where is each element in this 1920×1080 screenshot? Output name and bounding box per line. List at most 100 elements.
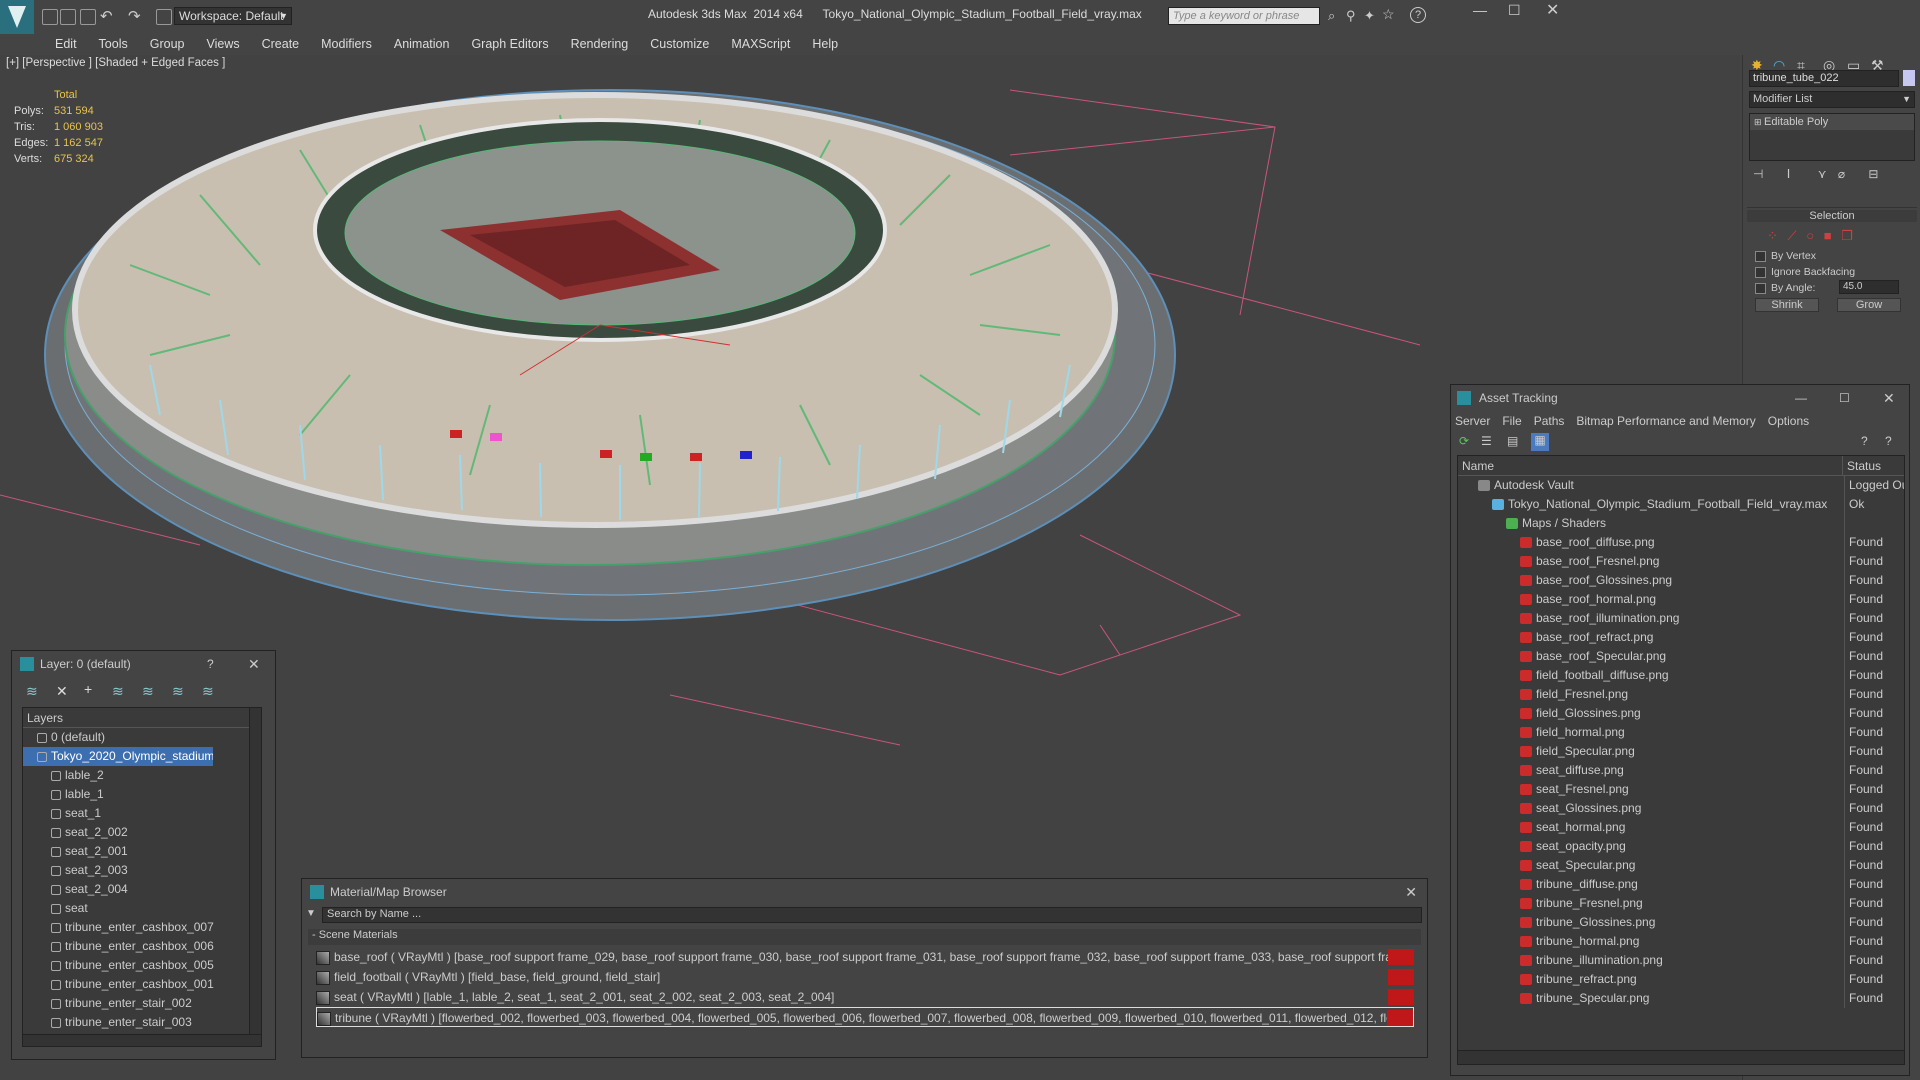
save-icon[interactable]: [80, 9, 96, 25]
asset-row[interactable]: base_roof_diffuse.png Found: [1458, 533, 1904, 552]
help-icon[interactable]: ?: [1861, 434, 1868, 448]
layer-row[interactable]: tribune_enter_cashbox_006: [23, 937, 261, 956]
stack-item-editable-poly[interactable]: ⊞ Editable Poly: [1750, 114, 1914, 130]
table-view-icon[interactable]: ▦: [1531, 433, 1549, 451]
detail-view-icon[interactable]: ▤: [1507, 434, 1518, 448]
menu-item-help[interactable]: Help: [801, 34, 849, 54]
maximize-icon[interactable]: ☐: [1839, 385, 1850, 411]
viewport-label[interactable]: [+] [Perspective ] [Shaded + Edged Faces…: [6, 57, 225, 69]
layer-dialog-titlebar[interactable]: Layer: 0 (default) ? ✕: [12, 651, 275, 677]
open-file-icon[interactable]: [60, 9, 76, 25]
material-item[interactable]: seat ( VRayMtl ) [lable_1, lable_2, seat…: [316, 987, 1414, 1007]
search-input[interactable]: Type a keyword or phrase: [1168, 7, 1320, 25]
menu-item-rendering[interactable]: Rendering: [560, 34, 640, 54]
asset-row[interactable]: seat_Glossines.png Found: [1458, 799, 1904, 818]
asset-row[interactable]: field_Glossines.png Found: [1458, 704, 1904, 723]
asset-row[interactable]: seat_opacity.png Found: [1458, 837, 1904, 856]
polygon-mode-icon[interactable]: ■: [1824, 228, 1832, 243]
col-name-header[interactable]: Name: [1462, 456, 1494, 476]
asset-row[interactable]: tribune_illumination.png Found: [1458, 951, 1904, 970]
expand-icon[interactable]: ⊞: [1754, 117, 1764, 127]
maximize-window-button[interactable]: ☐: [1508, 2, 1521, 19]
menu-item-customize[interactable]: Customize: [639, 34, 720, 54]
menu-item-maxscript[interactable]: MAXScript: [720, 34, 801, 54]
modifier-list-dropdown[interactable]: Modifier List ▼: [1749, 91, 1915, 108]
material-search-input[interactable]: Search by Name ...: [322, 907, 1422, 923]
layer-row[interactable]: tribune_enter_cashbox_001: [23, 975, 261, 994]
border-mode-icon[interactable]: ○: [1806, 228, 1814, 243]
asset-row[interactable]: seat_Fresnel.png Found: [1458, 780, 1904, 799]
menu-item-group[interactable]: Group: [139, 34, 196, 54]
layer-row[interactable]: lable_1: [23, 785, 261, 804]
scene-materials-section[interactable]: - Scene Materials: [308, 929, 1421, 945]
binoculars-icon[interactable]: ⌕: [1328, 8, 1335, 24]
asset-row[interactable]: Maps / Shaders: [1458, 514, 1904, 533]
subscription-icon[interactable]: ⚲: [1346, 8, 1356, 24]
menu-item-graph-editors[interactable]: Graph Editors: [460, 34, 559, 54]
layer-row[interactable]: tribune_enter_stair_003: [23, 1013, 261, 1032]
at-menu-file[interactable]: File: [1502, 414, 1521, 428]
minimize-icon[interactable]: —: [1795, 385, 1807, 411]
menu-item-modifiers[interactable]: Modifiers: [310, 34, 383, 54]
show-end-result-icon[interactable]: Ⅰ: [1787, 167, 1791, 181]
favorites-star-icon[interactable]: ☆: [1382, 6, 1395, 23]
layer-row[interactable]: tribune_enter_stair_002: [23, 994, 261, 1013]
by-vertex-option[interactable]: By Vertex: [1755, 250, 1816, 262]
element-mode-icon[interactable]: ❒: [1841, 228, 1853, 243]
asset-row[interactable]: field_football_diffuse.png Found: [1458, 666, 1904, 685]
at-menu-paths[interactable]: Paths: [1534, 414, 1565, 428]
options-chevron-icon[interactable]: ▼: [306, 908, 316, 919]
layer-settings-icon[interactable]: ≋: [26, 683, 38, 700]
layer-row[interactable]: lable_2: [23, 766, 261, 785]
layer-row[interactable]: seat_2_001: [23, 842, 261, 861]
asset-row[interactable]: Tokyo_National_Olympic_Stadium_Football_…: [1458, 495, 1904, 514]
at-menu-server[interactable]: Server: [1455, 414, 1490, 428]
communication-icon[interactable]: ✦: [1364, 8, 1375, 24]
menu-item-animation[interactable]: Animation: [383, 34, 461, 54]
layer-row[interactable]: Tokyo_2020_Olympic_stadium: [23, 747, 213, 766]
layer-row[interactable]: 0 (default): [23, 728, 261, 747]
redo-icon[interactable]: ↷: [128, 7, 141, 25]
material-browser-titlebar[interactable]: Material/Map Browser ✕: [302, 879, 1427, 905]
new-file-icon[interactable]: [42, 9, 58, 25]
asset-row[interactable]: base_roof_Glossines.png Found: [1458, 571, 1904, 590]
asset-row[interactable]: seat_hormal.png Found: [1458, 818, 1904, 837]
layer-row[interactable]: seat_1: [23, 804, 261, 823]
layer-row[interactable]: seat_2_002: [23, 823, 261, 842]
create-layer-icon[interactable]: +: [84, 681, 92, 697]
edge-mode-icon[interactable]: ⟋: [1788, 228, 1797, 243]
asset-row[interactable]: base_roof_refract.png Found: [1458, 628, 1904, 647]
asset-row[interactable]: tribune_Specular.png Found: [1458, 989, 1904, 1008]
close-icon[interactable]: ✕: [1405, 879, 1417, 905]
asset-row[interactable]: field_Fresnel.png Found: [1458, 685, 1904, 704]
asset-row[interactable]: field_Specular.png Found: [1458, 742, 1904, 761]
refresh-icon[interactable]: ⟳: [1459, 434, 1469, 448]
hide-all-layers-icon[interactable]: ≋: [202, 683, 214, 700]
horizontal-scrollbar[interactable]: [1458, 1050, 1904, 1064]
object-color-swatch[interactable]: [1903, 70, 1915, 86]
ignore-backfacing-checkbox[interactable]: [1755, 266, 1766, 278]
modifier-stack[interactable]: ⊞ Editable Poly: [1749, 113, 1915, 161]
asset-row[interactable]: base_roof_Specular.png Found: [1458, 647, 1904, 666]
minimize-window-button[interactable]: —: [1473, 2, 1487, 18]
pin-stack-icon[interactable]: ⊣: [1753, 167, 1763, 181]
close-window-button[interactable]: ✕: [1546, 0, 1559, 20]
app-logo-icon[interactable]: [0, 0, 34, 34]
menu-item-edit[interactable]: Edit: [44, 34, 88, 54]
close-icon[interactable]: ✕: [1883, 385, 1895, 411]
col-status-header[interactable]: Status: [1842, 456, 1904, 476]
asset-row[interactable]: tribune_hormal.png Found: [1458, 932, 1904, 951]
undo-icon[interactable]: ↶: [100, 7, 113, 25]
by-angle-checkbox[interactable]: [1755, 282, 1766, 294]
ignore-backfacing-option[interactable]: Ignore Backfacing: [1755, 266, 1855, 278]
selection-rollout-title[interactable]: Selection: [1747, 210, 1917, 222]
asset-row[interactable]: seat_Specular.png Found: [1458, 856, 1904, 875]
menu-item-create[interactable]: Create: [251, 34, 311, 54]
grow-button[interactable]: Grow: [1837, 298, 1901, 312]
add-to-layer-icon[interactable]: ≋: [112, 683, 124, 700]
asset-row[interactable]: field_hormal.png Found: [1458, 723, 1904, 742]
layer-row[interactable]: tribune_enter_cashbox_005: [23, 956, 261, 975]
material-item[interactable]: base_roof ( VRayMtl ) [base_roof support…: [316, 947, 1414, 967]
layer-row[interactable]: seat_2_003: [23, 861, 261, 880]
asset-row[interactable]: base_roof_illumination.png Found: [1458, 609, 1904, 628]
